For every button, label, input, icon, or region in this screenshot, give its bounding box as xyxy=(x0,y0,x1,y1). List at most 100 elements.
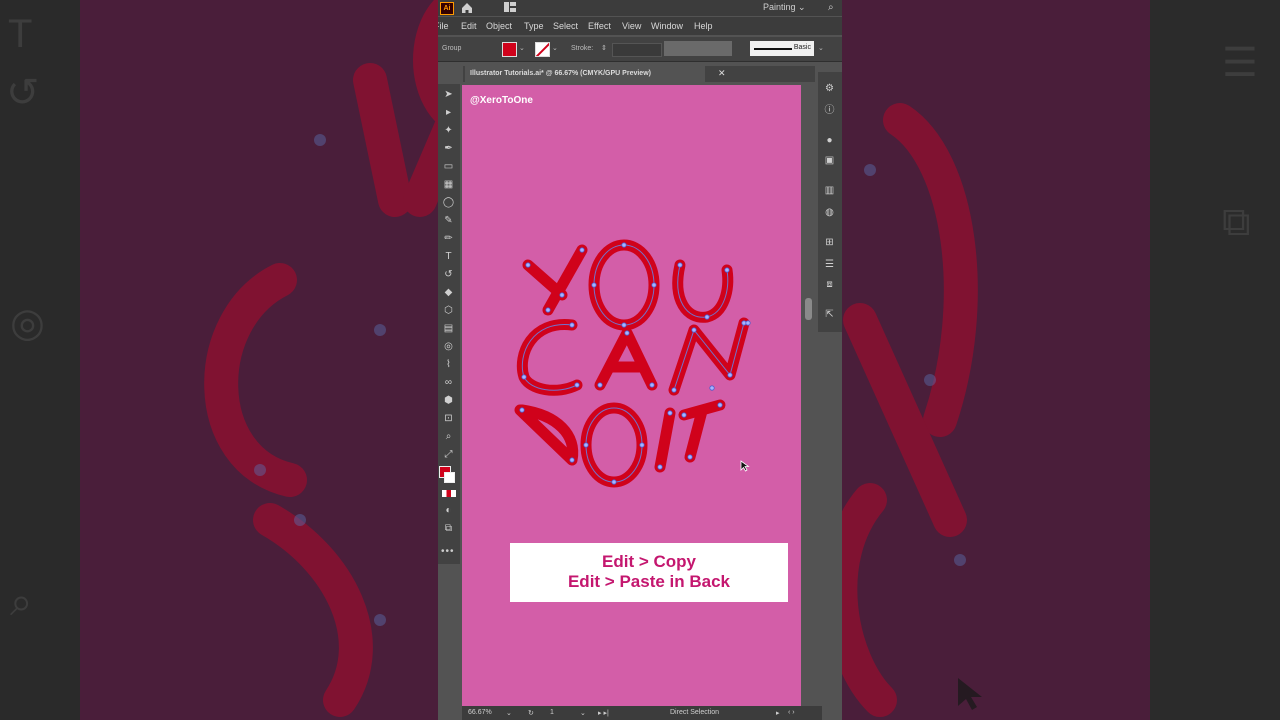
stroke-weight-field[interactable] xyxy=(612,43,662,57)
menu-window[interactable]: Window xyxy=(651,21,683,31)
menu-object[interactable]: Object xyxy=(486,21,512,31)
instruction-caption: Edit > Copy Edit > Paste in Back xyxy=(510,543,788,602)
pencil-tool-icon[interactable]: ✏ xyxy=(442,232,455,245)
color-mode-buttons[interactable] xyxy=(442,490,456,497)
menu-type[interactable]: Type xyxy=(524,21,544,31)
artboard-dropdown-icon[interactable]: ⌄ xyxy=(580,709,586,717)
fill-dropdown-icon[interactable]: ⌄ xyxy=(519,44,525,52)
brush-label: Basic xyxy=(793,44,811,51)
eraser-tool-icon[interactable]: ◆ xyxy=(442,286,455,299)
zoom-dropdown-icon[interactable]: ⌄ xyxy=(506,709,512,717)
zoom-tool-icon[interactable]: ⌕ xyxy=(442,430,455,443)
status-menu-icon[interactable]: ▸ xyxy=(776,709,780,717)
properties-panel-icon[interactable]: ⚙ xyxy=(823,82,836,95)
blurred-align-icon: ☰ xyxy=(1222,41,1258,85)
artboard[interactable]: @XeroToOne Edit > Copy Edit > Paste in B… xyxy=(462,85,801,707)
appearance-panel-icon[interactable]: ◍ xyxy=(823,206,836,219)
menu-effect[interactable]: Effect xyxy=(588,21,611,31)
menu-file[interactable]: File xyxy=(438,21,449,31)
workspace-switcher[interactable]: Painting ⌄ xyxy=(763,2,806,13)
illustrator-window: Ai Painting ⌄ ⌕ File Edit Object Type Se… xyxy=(438,0,842,720)
color-panel-icon[interactable]: ● xyxy=(823,134,836,147)
vertical-scrollbar[interactable] xyxy=(804,84,813,706)
mouse-cursor-icon xyxy=(740,460,750,472)
menu-select[interactable]: Select xyxy=(553,21,578,31)
search-icon[interactable]: ⌕ xyxy=(828,2,834,13)
brush-dropdown-icon[interactable]: ⌄ xyxy=(818,44,824,52)
pen-tool-icon[interactable]: ✒ xyxy=(442,142,455,155)
caption-line-1: Edit > Copy xyxy=(602,552,696,571)
fill-color-swatch[interactable] xyxy=(502,42,517,57)
info-panel-icon[interactable]: ⓘ xyxy=(823,104,836,117)
letter-n[interactable] xyxy=(668,317,750,396)
swatches-panel-icon[interactable]: ▣ xyxy=(823,154,836,167)
stroke-color-swatch[interactable] xyxy=(535,42,550,57)
letter-c[interactable] xyxy=(516,319,583,396)
rectangle-tool-icon[interactable]: ▭ xyxy=(442,160,455,173)
close-tab-icon[interactable]: ✕ xyxy=(718,68,726,79)
symbol-sprayer-tool-icon[interactable]: ◎ xyxy=(442,340,455,353)
live-paint-tool-icon[interactable]: ⬢ xyxy=(442,394,455,407)
stroke-stepper-icon[interactable]: ⇕ xyxy=(601,44,607,52)
gradient-panel-icon[interactable]: ▥ xyxy=(823,184,836,197)
letter-i[interactable] xyxy=(654,407,676,473)
paintbrush-tool-icon[interactable]: ✎ xyxy=(442,214,455,227)
lettering-artwork[interactable] xyxy=(462,85,801,707)
status-nav-icon[interactable]: ‹ › xyxy=(788,709,795,716)
rotate-tool-icon[interactable]: ↺ xyxy=(442,268,455,281)
zoom-level[interactable]: 66.67% xyxy=(468,709,492,716)
letter-d[interactable] xyxy=(514,404,579,466)
menu-bar: File Edit Object Type Select Effect View… xyxy=(438,17,842,35)
status-bar: 66.67% ⌄ ↻ 1 ⌄ ▸ ▸| Direct Selection ▸ ‹… xyxy=(462,706,822,720)
stroke-label: Stroke: xyxy=(571,45,594,52)
draw-mode-icon[interactable]: ◐ xyxy=(442,504,455,517)
selection-tool-icon[interactable]: ➤ xyxy=(442,88,455,101)
blurred-zoom-icon: ⌕ xyxy=(10,580,33,624)
blurred-rotate-icon: ↺ xyxy=(6,71,40,115)
gradient-tool-icon[interactable]: ▤ xyxy=(442,322,455,335)
transform-panel-icon[interactable]: ⊞ xyxy=(823,236,836,249)
menu-edit[interactable]: Edit xyxy=(461,21,477,31)
ellipse-tool-icon[interactable]: ◯ xyxy=(442,196,455,209)
artboard-number[interactable]: 1 xyxy=(550,709,554,716)
document-tab[interactable]: Illustrator Tutorials.ai* @ 66.67% (CMYK… xyxy=(465,66,705,82)
home-icon[interactable] xyxy=(460,1,474,15)
align-panel-icon[interactable]: ☰ xyxy=(823,258,836,271)
artboard-tool-icon[interactable]: ⊡ xyxy=(442,412,455,425)
control-bar: Group ⌄ ⌄ Stroke: ⇕ Basic ⌄ xyxy=(438,37,842,62)
eyedropper-tool-icon[interactable]: ⌇ xyxy=(442,358,455,371)
shape-builder-tool-icon[interactable]: ⬡ xyxy=(442,304,455,317)
pathfinder-panel-icon[interactable]: ⧈ xyxy=(823,278,836,291)
arrange-documents-icon[interactable] xyxy=(504,2,516,12)
caption-line-2: Edit > Paste in Back xyxy=(567,572,731,591)
current-tool-status: Direct Selection xyxy=(670,709,720,716)
menu-view[interactable]: View xyxy=(622,21,641,31)
blurred-cursor-icon xyxy=(958,678,982,710)
swap-fill-stroke-icon[interactable]: ⤢ xyxy=(442,448,455,461)
document-tab-title: Illustrator Tutorials.ai* @ 66.67% (CMYK… xyxy=(470,70,651,77)
screen-mode-icon[interactable]: ⧉ xyxy=(442,522,455,535)
rotate-view-icon[interactable]: ↻ xyxy=(528,709,534,717)
export-panel-icon[interactable]: ⇱ xyxy=(823,308,836,321)
stroke-dropdown-icon[interactable]: ⌄ xyxy=(552,44,558,52)
type-tool-icon[interactable]: T xyxy=(442,250,455,263)
variable-width-profile[interactable] xyxy=(664,41,732,56)
magic-wand-tool-icon[interactable]: ✦ xyxy=(442,124,455,137)
grid-tool-icon[interactable]: ▦ xyxy=(442,178,455,191)
direct-selection-tool-icon[interactable]: ▸ xyxy=(442,106,455,119)
artboard-nav-icon[interactable]: ▸ ▸| xyxy=(598,709,609,717)
brush-definition-dropdown[interactable]: Basic xyxy=(750,41,814,56)
blend-tool-icon[interactable]: ∞ xyxy=(442,376,455,389)
app-logo: Ai xyxy=(440,2,454,15)
blurred-export-icon: ⧉ xyxy=(1222,200,1251,244)
toolbar-stroke-swatch[interactable] xyxy=(444,472,455,483)
blurred-type-icon: T xyxy=(8,12,33,56)
workspace-label: Painting xyxy=(763,2,796,12)
brush-preview-line xyxy=(754,48,792,50)
menu-help[interactable]: Help xyxy=(694,21,713,31)
tools-panel: ➤ ▸ ✦ ✒ ▭ ▦ ◯ ✎ ✏ T ↺ ◆ ⬡ ▤ ◎ ⌇ ∞ ⬢ ⊡ ⌕ … xyxy=(438,84,460,564)
edit-toolbar-icon[interactable]: ••• xyxy=(441,546,455,557)
scrollbar-thumb[interactable] xyxy=(805,298,812,320)
letter-a-legs[interactable] xyxy=(594,327,658,391)
selection-type-label: Group xyxy=(442,45,462,52)
